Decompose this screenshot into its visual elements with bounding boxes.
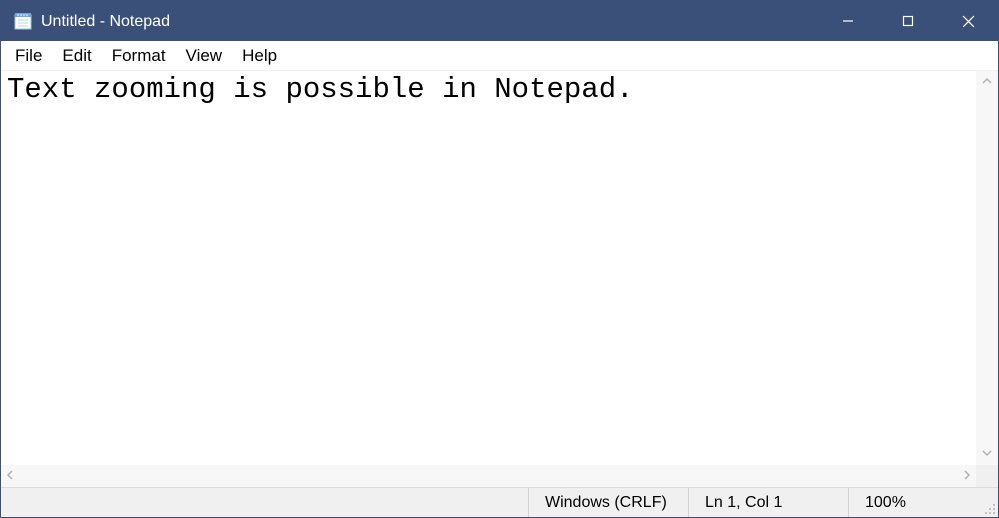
menu-file[interactable]: File <box>5 44 52 68</box>
menu-edit[interactable]: Edit <box>52 44 101 68</box>
statusbar-cursor-position: Ln 1, Col 1 <box>688 488 848 517</box>
close-icon <box>962 15 975 28</box>
window-title: Untitled - Notepad <box>41 12 818 31</box>
statusbar-zoom: 100% <box>848 488 978 517</box>
menubar: File Edit Format View Help <box>1 41 998 71</box>
resize-grip-icon <box>984 503 996 515</box>
editor-container: Text zooming is possible in Notepad. <box>1 71 998 487</box>
text-editor[interactable]: Text zooming is possible in Notepad. <box>1 71 976 465</box>
scroll-right-icon[interactable] <box>958 465 976 487</box>
notepad-app-icon <box>13 11 33 31</box>
close-button[interactable] <box>938 1 998 41</box>
vertical-scrollbar[interactable] <box>976 71 998 465</box>
titlebar[interactable]: Untitled - Notepad <box>1 1 998 41</box>
statusbar: Windows (CRLF) Ln 1, Col 1 100% <box>1 487 998 517</box>
scroll-up-icon[interactable] <box>978 71 996 93</box>
horizontal-scrollbar[interactable] <box>1 465 976 487</box>
resize-grip[interactable] <box>978 488 998 517</box>
scroll-down-icon[interactable] <box>978 443 996 465</box>
minimize-icon <box>842 15 854 27</box>
maximize-icon <box>902 15 914 27</box>
menu-format[interactable]: Format <box>102 44 176 68</box>
menu-help[interactable]: Help <box>232 44 287 68</box>
maximize-button[interactable] <box>878 1 938 41</box>
statusbar-line-ending: Windows (CRLF) <box>528 488 688 517</box>
scroll-left-icon[interactable] <box>1 465 19 487</box>
scroll-corner <box>976 465 998 487</box>
minimize-button[interactable] <box>818 1 878 41</box>
menu-view[interactable]: View <box>176 44 233 68</box>
